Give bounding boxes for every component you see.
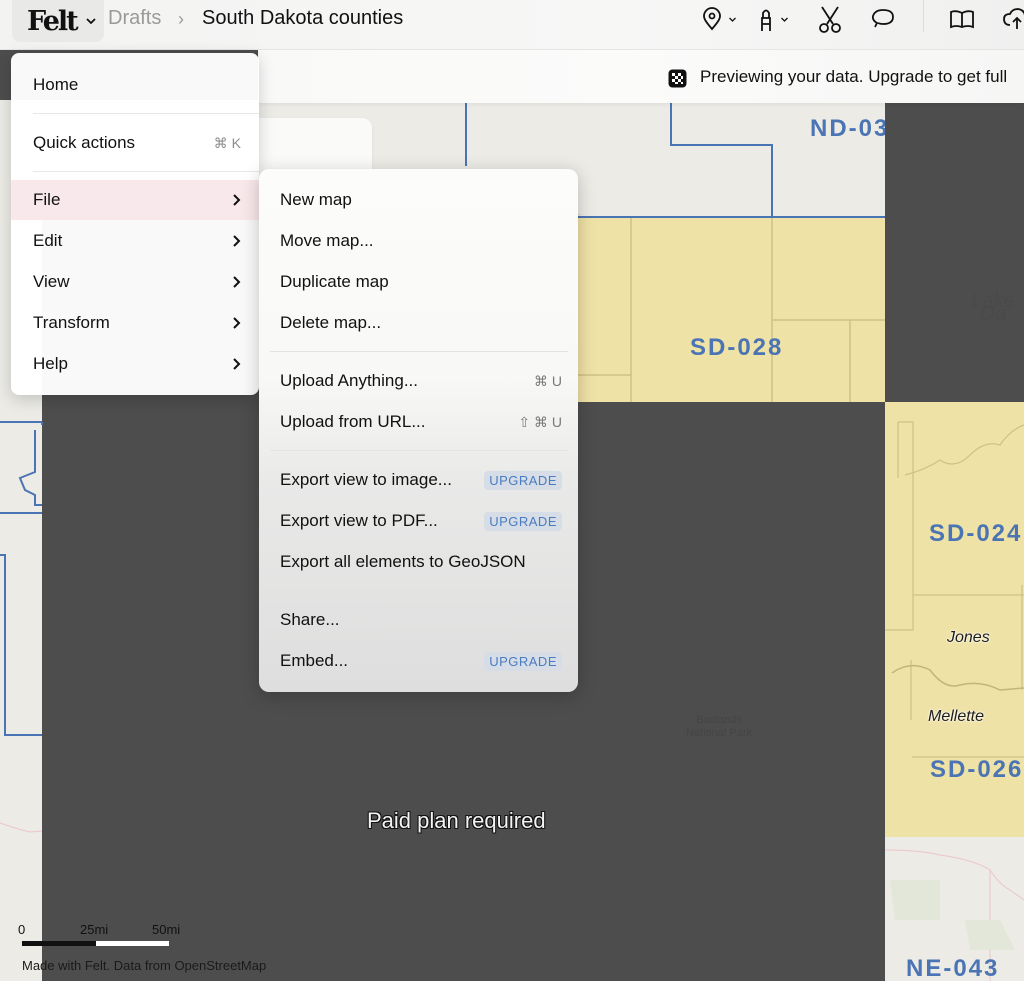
submenu-item-label: Delete map...	[280, 313, 382, 332]
menu-item-label: File	[33, 190, 61, 209]
menu-item-edit[interactable]: Edit	[11, 221, 259, 261]
submenu-item-duplicate-map[interactable]: Duplicate map	[259, 263, 578, 301]
pin-tool-button[interactable]	[702, 4, 737, 34]
county-label-jones: Jones	[947, 629, 990, 646]
scale-segment-dark	[22, 941, 96, 946]
comment-tool-button[interactable]	[870, 4, 896, 34]
library-button[interactable]	[949, 4, 975, 34]
menu-item-label: View	[33, 272, 70, 291]
marker-tool-button[interactable]	[758, 4, 789, 34]
submenu-item-label: Upload Anything...	[280, 371, 418, 390]
submenu-item-label: Export view to PDF...	[280, 511, 438, 530]
menu-item-transform[interactable]: Transform	[11, 303, 259, 343]
submenu-item-label: Embed...	[280, 651, 349, 670]
menu-divider	[33, 113, 259, 114]
submenu-item-move-map[interactable]: Move map...	[259, 222, 578, 260]
menu-item-label: Home	[33, 75, 79, 94]
menu-item-label: Help	[33, 354, 68, 373]
top-bar: Felt Drafts › South Dakota counties	[0, 0, 1024, 50]
submenu-item-new-map[interactable]: New map	[259, 181, 578, 219]
menu-item-label: Transform	[33, 313, 110, 332]
county-label-mellette: Mellette	[928, 708, 985, 725]
submenu-item-upload-from-url[interactable]: Upload from URL... ⇧ ⌘ U	[259, 403, 578, 441]
menu-divider	[270, 590, 568, 591]
menu-divider	[33, 171, 259, 172]
shortcut-hint: ⌘ U	[534, 372, 562, 389]
toolbar-divider	[923, 0, 924, 32]
upgrade-badge[interactable]: UPGRADE	[484, 511, 562, 531]
scale-segment-light	[96, 941, 169, 946]
submenu-item-label: Export view to image...	[280, 470, 452, 489]
scissors-tool-button[interactable]	[817, 4, 843, 34]
chevron-right-icon	[233, 194, 241, 206]
submenu-item-export-image[interactable]: Export view to image... UPGRADE	[259, 461, 578, 499]
scale-tick: 50mi	[152, 922, 181, 937]
menu-divider	[270, 351, 568, 352]
submenu-item-export-geojson[interactable]: Export all elements to GeoJSON	[259, 543, 578, 581]
locked-tile	[885, 100, 1024, 402]
chevron-right-icon	[233, 235, 241, 247]
upload-button[interactable]	[1002, 4, 1024, 34]
submenu-item-label: New map	[280, 190, 352, 209]
book-open-icon	[950, 10, 974, 29]
menu-item-home[interactable]: Home	[11, 65, 259, 105]
shortcut-hint: ⌘ K	[213, 134, 241, 151]
breadcrumb-separator: ›	[178, 9, 184, 29]
menu-item-label: Edit	[33, 231, 63, 250]
submenu-item-label: Share...	[280, 610, 340, 629]
marker-pen-icon	[761, 9, 771, 31]
faint-label-lake: Lake Oa	[971, 290, 1015, 325]
district-label-ne-043: NE-043	[906, 955, 1000, 981]
submenu-item-share[interactable]: Share...	[259, 601, 578, 639]
submenu-item-delete-map[interactable]: Delete map...	[259, 304, 578, 342]
menu-item-help[interactable]: Help	[11, 344, 259, 384]
main-menu: Home Quick actions ⌘ K File Edit View Tr…	[11, 53, 259, 395]
menu-item-view[interactable]: View	[11, 262, 259, 302]
chevron-right-icon	[233, 317, 241, 329]
upgrade-badge[interactable]: UPGRADE	[484, 651, 562, 671]
comment-bubble-icon	[871, 9, 894, 28]
chevron-right-icon	[233, 276, 241, 288]
chevron-down-icon	[729, 17, 736, 22]
scissors-icon	[819, 6, 841, 33]
chevron-down-icon	[781, 17, 788, 22]
breadcrumb-drafts[interactable]: Drafts	[108, 7, 161, 30]
submenu-item-label: Duplicate map	[280, 272, 389, 291]
scale-tick: 25mi	[80, 922, 109, 937]
faint-label-badlands: Badlands National Park	[685, 714, 753, 739]
submenu-item-label: Upload from URL...	[280, 412, 426, 431]
map-title[interactable]: South Dakota counties	[202, 7, 403, 30]
menu-item-file[interactable]: File	[11, 180, 259, 220]
felt-logo: Felt	[27, 5, 79, 37]
chevron-right-icon	[233, 358, 241, 370]
preview-banner-text: Previewing your data. Upgrade to get ful…	[700, 67, 1008, 86]
map-pin-icon	[703, 7, 721, 31]
shortcut-hint: ⇧ ⌘ U	[518, 413, 562, 430]
checkerboard-icon	[668, 69, 687, 88]
menu-item-label: Quick actions	[33, 133, 136, 152]
submenu-item-label: Export all elements to GeoJSON	[280, 552, 526, 571]
preview-banner: Previewing your data. Upgrade to get ful…	[258, 50, 1024, 103]
cloud-upload-icon	[1003, 8, 1024, 29]
submenu-item-export-pdf[interactable]: Export view to PDF... UPGRADE	[259, 502, 578, 540]
menu-divider	[270, 450, 568, 451]
scale-tick: 0	[18, 922, 26, 937]
district-label-sd-026: SD-026	[930, 756, 1024, 783]
district-label-sd-024: SD-024	[929, 520, 1023, 547]
menu-item-quick-actions[interactable]: Quick actions ⌘ K	[11, 123, 259, 163]
district-label-sd-028: SD-028	[690, 334, 784, 361]
submenu-item-label: Move map...	[280, 231, 374, 250]
upgrade-badge[interactable]: UPGRADE	[484, 470, 562, 490]
app-root: ND-031 Lake Oa SD-028 SD-024 Jones Melle…	[0, 0, 1024, 981]
submenu-item-embed[interactable]: Embed... UPGRADE	[259, 642, 578, 680]
paid-plan-message: Paid plan required	[367, 808, 546, 833]
file-submenu: New map Move map... Duplicate map Delete…	[259, 169, 578, 692]
chevron-down-icon	[85, 18, 96, 25]
map-attribution[interactable]: Made with Felt. Data from OpenStreetMap	[22, 958, 266, 973]
submenu-item-upload-anything[interactable]: Upload Anything... ⌘ U	[259, 362, 578, 400]
felt-menu-button[interactable]: Felt	[12, 0, 104, 42]
